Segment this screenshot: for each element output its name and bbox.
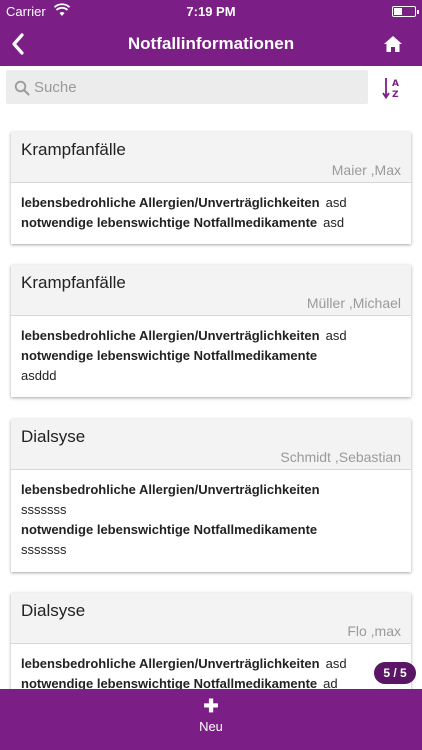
allergies-label: lebensbedrohliche Allergien/Unverträglic… <box>21 328 320 343</box>
new-entry-button[interactable]: ✚ Neu <box>0 689 422 750</box>
back-button[interactable] <box>6 28 34 60</box>
allergies-row: lebensbedrohliche Allergien/Unverträglic… <box>21 326 401 346</box>
battery-icon <box>392 6 419 17</box>
meds-value-row: asddd <box>21 366 401 386</box>
meds-value: sssssss <box>21 542 67 557</box>
meds-label: notwendige lebenswichtige Notfallmedikam… <box>21 676 318 690</box>
search-input[interactable] <box>34 72 354 102</box>
meds-label: notwendige lebenswichtige Notfallmedikam… <box>21 522 318 537</box>
home-icon <box>384 36 402 52</box>
new-entry-label: Neu <box>199 719 223 734</box>
card-title: Dialsyse <box>21 427 86 446</box>
allergies-row: lebensbedrohliche Allergien/Unverträglic… <box>21 654 401 674</box>
allergies-label: lebensbedrohliche Allergien/Unverträglic… <box>21 656 320 671</box>
card-person: Flo ,max <box>347 623 401 639</box>
sort-button[interactable]: A Z <box>382 76 404 100</box>
card-title: Dialsyse <box>21 601 86 620</box>
svg-text:A: A <box>392 79 399 89</box>
emergency-info-list: Krampfanfälle Maier ,Max lebensbedrohlic… <box>0 110 422 690</box>
search-icon <box>14 80 30 96</box>
meds-value: ad <box>323 676 338 690</box>
card-header: Krampfanfälle Müller ,Michael <box>11 265 411 316</box>
search-bar: A Z <box>0 66 422 110</box>
meds-row: notwendige lebenswichtige Notfallmedikam… <box>21 674 401 690</box>
card-header: Dialsyse Schmidt ,Sebastian <box>11 419 411 470</box>
card-person: Müller ,Michael <box>306 295 401 311</box>
meds-value-row: sssssss <box>21 540 401 560</box>
status-bar: Carrier 7:19 PM <box>0 0 422 22</box>
allergies-value: sssssss <box>21 502 67 517</box>
emergency-card[interactable]: Krampfanfälle Müller ,Michael lebensbedr… <box>11 265 411 397</box>
meds-label-row: notwendige lebenswichtige Notfallmedikam… <box>21 520 401 540</box>
sort-az-icon: A Z <box>382 78 399 100</box>
allergies-label: lebensbedrohliche Allergien/Unverträglic… <box>21 195 320 210</box>
page-indicator-badge: 5 / 5 <box>374 662 416 684</box>
home-button[interactable] <box>382 33 404 55</box>
card-body: lebensbedrohliche Allergien/Unverträglic… <box>11 316 411 386</box>
allergies-label-row: lebensbedrohliche Allergien/Unverträglic… <box>21 480 401 500</box>
card-header: Dialsyse Flo ,max <box>11 593 411 644</box>
emergency-card[interactable]: Dialsyse Schmidt ,Sebastian lebensbedroh… <box>11 419 411 572</box>
allergies-row: lebensbedrohliche Allergien/Unverträglic… <box>21 193 401 213</box>
search-box[interactable] <box>6 70 368 104</box>
card-title: Krampfanfälle <box>21 273 126 292</box>
allergies-label: lebensbedrohliche Allergien/Unverträglic… <box>21 482 320 497</box>
page-title: Notfallinformationen <box>127 34 295 53</box>
meds-value: asddd <box>21 368 57 383</box>
chevron-left-icon <box>12 33 24 55</box>
card-body: lebensbedrohliche Allergien/Unverträglic… <box>11 644 411 690</box>
svg-text:Z: Z <box>392 90 399 100</box>
allergies-value: asd <box>325 328 347 343</box>
card-title: Krampfanfälle <box>21 140 126 159</box>
allergies-value: asd <box>325 656 347 671</box>
navigation-bar: Notfallinformationen <box>0 22 422 66</box>
card-person: Schmidt ,Sebastian <box>280 449 401 465</box>
allergies-value: asd <box>325 195 347 210</box>
meds-row: notwendige lebenswichtige Notfallmedikam… <box>21 213 401 233</box>
meds-value: asd <box>323 215 345 230</box>
card-header: Krampfanfälle Maier ,Max <box>11 132 411 183</box>
emergency-card[interactable]: Dialsyse Flo ,max lebensbedrohliche Alle… <box>11 593 411 690</box>
card-person: Maier ,Max <box>331 162 401 178</box>
emergency-card[interactable]: Krampfanfälle Maier ,Max lebensbedrohlic… <box>11 132 411 244</box>
status-time: 7:19 PM <box>186 4 236 19</box>
meds-label: notwendige lebenswichtige Notfallmedikam… <box>21 215 318 230</box>
card-body: lebensbedrohliche Allergien/Unverträglic… <box>11 183 411 233</box>
plus-icon: ✚ <box>203 696 219 716</box>
allergies-value-row: sssssss <box>21 500 401 520</box>
meds-label-row: notwendige lebenswichtige Notfallmedikam… <box>21 346 401 366</box>
card-body: lebensbedrohliche Allergien/Unverträglic… <box>11 470 411 560</box>
meds-label: notwendige lebenswichtige Notfallmedikam… <box>21 348 318 363</box>
